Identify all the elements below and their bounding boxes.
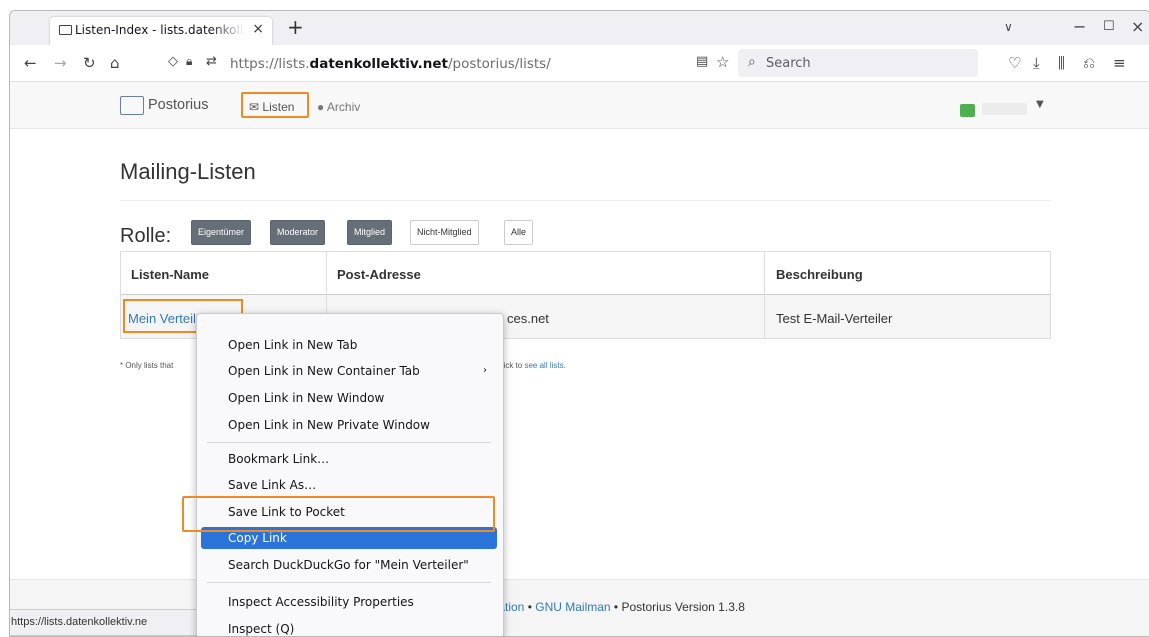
menu-open-private-window[interactable]: Open Link in New Private Window xyxy=(201,414,497,436)
menu-bookmark-link[interactable]: Bookmark Link… xyxy=(201,448,497,470)
list-description: Test E-Mail-Verteiler xyxy=(776,311,893,326)
title-divider xyxy=(120,200,1051,201)
column-header-beschreibung[interactable]: Beschreibung xyxy=(776,267,863,282)
role-moderator-button[interactable]: Moderator xyxy=(270,220,326,245)
menu-save-link-as[interactable]: Save Link As… xyxy=(201,474,497,496)
site-navbar: Postorius ✉ Listen ● Archiv ▼ xyxy=(10,82,1149,129)
search-icon: ⌕ xyxy=(748,54,756,70)
extensions-icon[interactable]: ⎌ xyxy=(1083,54,1095,72)
copy-link-highlight-box xyxy=(182,496,495,532)
close-window-button[interactable]: × xyxy=(1131,17,1144,36)
note-text-end: Click to see all lists. xyxy=(496,361,566,370)
footer-text: tation • GNU Mailman • Postorius Version… xyxy=(495,600,745,614)
search-box[interactable]: ⌕ Search xyxy=(738,49,978,77)
pocket-icon[interactable]: ♡ xyxy=(1008,54,1021,72)
nav-listen[interactable]: ✉ Listen xyxy=(249,100,294,114)
postorius-logo-icon xyxy=(120,96,144,115)
url-text[interactable]: https://lists.datenkollektiv.net/postori… xyxy=(230,56,551,72)
menu-open-container-tab-label: Open Link in New Container Tab xyxy=(228,364,420,378)
list-all-tabs-icon[interactable]: ∨ xyxy=(1004,20,1013,34)
forward-icon[interactable]: → xyxy=(54,54,67,72)
postorius-version: Postorius Version 1.3.8 xyxy=(621,600,745,614)
nav-archiv-label: Archiv xyxy=(326,100,361,114)
note-text-start: * Only lists that xyxy=(120,361,174,370)
browser-window: Listen-Index - lists.datenkollektiv.net … xyxy=(9,10,1149,637)
url-bar[interactable]: ◇ 🔒︎ ⇄ https://lists.datenkollektiv.net/… xyxy=(160,49,734,77)
close-tab-icon[interactable]: × xyxy=(252,21,264,37)
permissions-icon[interactable]: ⇄ xyxy=(206,54,217,69)
user-avatar[interactable] xyxy=(960,104,975,117)
menu-open-new-tab[interactable]: Open Link in New Tab xyxy=(201,334,497,356)
new-tab-button[interactable]: + xyxy=(287,15,304,39)
role-nicht-mitglied-button[interactable]: Nicht-Mitglied xyxy=(410,220,479,245)
browser-tab[interactable]: Listen-Index - lists.datenkollektiv.net … xyxy=(50,17,272,45)
menu-open-new-window[interactable]: Open Link in New Window xyxy=(201,387,497,409)
mail-icon xyxy=(59,25,72,35)
nav-archiv[interactable]: ● Archiv xyxy=(317,100,360,114)
table-right-border xyxy=(1050,251,1051,339)
submenu-arrow-icon: › xyxy=(483,365,487,376)
role-mitglied-button[interactable]: Mitglied xyxy=(347,220,393,245)
tab-bar: Listen-Index - lists.datenkollektiv.net … xyxy=(10,11,1149,45)
column-header-listen-name[interactable]: Listen-Name xyxy=(131,267,209,282)
reader-view-icon[interactable]: ▤ xyxy=(696,54,708,69)
table-left-border xyxy=(120,251,121,339)
menu-separator xyxy=(207,442,491,443)
role-label: Rolle: xyxy=(120,225,172,247)
note-period: . xyxy=(563,361,566,370)
see-all-lists-link[interactable]: see all lists xyxy=(524,361,563,370)
menu-inspect-accessibility[interactable]: Inspect Accessibility Properties xyxy=(201,591,497,613)
tracking-protection-icon[interactable]: ◇ xyxy=(168,54,178,69)
context-menu: Open Link in New Tab Open Link in New Co… xyxy=(196,313,504,636)
menu-search-duckduckgo[interactable]: Search DuckDuckGo for "Mein Verteiler" xyxy=(201,554,497,576)
table-top-border xyxy=(120,251,1051,252)
menu-inspect[interactable]: Inspect (Q) xyxy=(201,618,497,636)
table-col-divider-2 xyxy=(764,251,765,339)
reload-icon[interactable]: ↻ xyxy=(83,54,96,72)
home-icon[interactable]: ⌂ xyxy=(110,54,120,72)
navigation-toolbar: ← → ↻ ⌂ ◇ 🔒︎ ⇄ https://lists.datenkollek… xyxy=(10,45,1149,82)
library-icon[interactable]: ⫼ xyxy=(1058,54,1065,72)
menu-open-container-tab[interactable]: Open Link in New Container Tab › xyxy=(201,360,497,382)
list-address: ces.net xyxy=(507,311,549,326)
minimize-button[interactable]: − xyxy=(1073,17,1086,36)
username-blurred[interactable] xyxy=(982,103,1027,115)
role-eigentuemer-button[interactable]: Eigentümer xyxy=(191,220,252,245)
gnu-mailman-link[interactable]: GNU Mailman xyxy=(535,600,610,614)
role-alle-button[interactable]: Alle xyxy=(504,220,534,245)
column-header-post-adresse[interactable]: Post-Adresse xyxy=(337,267,421,282)
search-placeholder: Search xyxy=(766,56,811,71)
downloads-icon[interactable]: ⤓ xyxy=(1033,54,1040,72)
brand-name[interactable]: Postorius xyxy=(148,97,208,113)
menu-separator xyxy=(207,582,491,583)
status-bar-url: https://lists.datenkollektiv.ne xyxy=(10,609,204,636)
nav-listen-label: Listen xyxy=(262,100,295,114)
bookmark-star-icon[interactable]: ☆ xyxy=(716,53,729,71)
user-dropdown-caret-icon[interactable]: ▼ xyxy=(1036,99,1044,110)
page-title: Mailing-Listen xyxy=(120,159,256,184)
tab-title: Listen-Index - lists.datenkollektiv.net xyxy=(75,23,245,37)
back-icon[interactable]: ← xyxy=(24,54,37,72)
maximize-button[interactable]: ☐ xyxy=(1103,19,1115,34)
lock-icon[interactable]: 🔒︎ xyxy=(186,54,192,69)
menu-icon[interactable]: ≡ xyxy=(1113,54,1126,72)
